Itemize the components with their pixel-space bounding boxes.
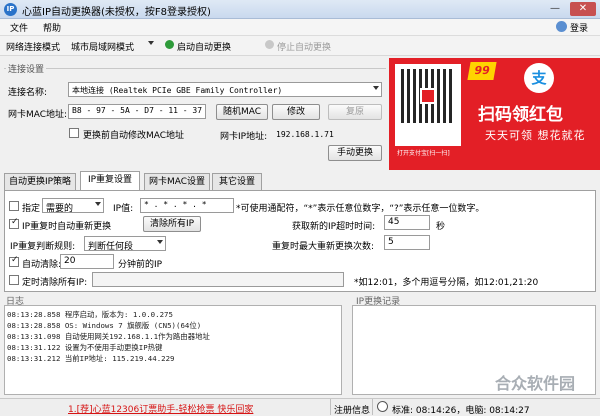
- window-title: 心蓝IP自动更换器(未授权，按F8登录授权): [22, 7, 211, 18]
- status-separator: [372, 399, 373, 415]
- chevron-down-icon: [148, 41, 154, 45]
- mac-address-field[interactable]: B8 - 97 - 5A - D7 - 11 - 37: [68, 104, 206, 119]
- auto-mac-label: 更换前自动修改MAC地址: [83, 131, 185, 141]
- timed-clear-field[interactable]: [92, 272, 344, 287]
- auto-clear-checkbox[interactable]: [9, 255, 19, 267]
- auto-mac-checkbox[interactable]: [69, 128, 79, 138]
- specify-select[interactable]: 需要的: [42, 198, 104, 214]
- play-icon: [165, 40, 174, 49]
- ip-value-label: IP值:: [113, 204, 134, 214]
- specify-select-value: 需要的: [46, 204, 74, 214]
- repeat-rule-label: IP重复判断规则:: [10, 242, 76, 252]
- nic-ip-label: 网卡IP地址:: [220, 132, 268, 142]
- log-line: 08:13:31.098 自动使用网关192.168.1.1作为路由器地址: [7, 332, 210, 341]
- repeat-rule-select[interactable]: 判断任何段: [84, 236, 166, 252]
- chevron-down-icon: [157, 240, 163, 244]
- auto-clear-minutes-field[interactable]: 20: [60, 254, 114, 269]
- connection-name-value: 本地连接 (Realtek PCIe GBE Family Controller…: [72, 86, 283, 95]
- repeat-rule-value: 判断任何段: [88, 242, 134, 252]
- log-line: 08:13:31.212 当前IP地址: 115.219.44.229: [7, 354, 175, 363]
- red-envelope-icon: [420, 88, 436, 104]
- connection-group-label: 连接设置: [6, 62, 47, 75]
- max-retry-label: 重复时最大重新更换次数:: [272, 242, 375, 252]
- menu-bar: [0, 19, 600, 36]
- app-icon: IP: [4, 3, 17, 16]
- timeout-label: 获取新的IP超时时间:: [292, 222, 376, 232]
- nic-ip-value: 192.168.1.71: [276, 130, 334, 139]
- stop-auto-change-button[interactable]: 停止自动更换: [277, 40, 331, 53]
- mode-select-value: 城市局域网模式: [71, 43, 135, 53]
- specify-checkbox[interactable]: [9, 201, 19, 211]
- timed-clear-checkbox[interactable]: [9, 275, 19, 285]
- log-line: 08:13:28.858 程序启动，版本为: 1.0.0.275: [7, 310, 173, 319]
- log-line: 08:13:31.122 设置为不使用手动更换IP热键: [7, 343, 163, 352]
- specify-label: 指定: [22, 204, 41, 214]
- start-auto-change-button[interactable]: 启动自动更换: [177, 40, 231, 53]
- group-divider: [4, 68, 386, 69]
- ad-title: 扫码领红包: [478, 105, 563, 125]
- timed-clear-hint: *如12:01，多个用逗号分隔，如12:01,21:20: [354, 278, 539, 288]
- timeout-unit: 秒: [436, 222, 446, 232]
- register-info-link[interactable]: 注册信息: [334, 403, 370, 416]
- time-status: 标准: 08:14:26，电脑: 08:14:27: [392, 406, 530, 416]
- mode-select[interactable]: 城市局域网模式: [68, 38, 156, 53]
- restore-mac-button[interactable]: 复原: [328, 104, 382, 120]
- auto-clear-unit: 分钟前的IP: [118, 260, 163, 270]
- wildcard-hint: *可使用通配符，“*”表示任意位数字，“?”表示任意一位数字。: [236, 204, 485, 214]
- badge-99: 99: [467, 62, 497, 80]
- connection-name-select[interactable]: 本地连接 (Realtek PCIe GBE Family Controller…: [68, 82, 382, 97]
- manual-change-button[interactable]: 手动更换: [328, 145, 382, 161]
- timeout-field[interactable]: 45: [384, 215, 430, 230]
- mode-label: 网络连接模式: [6, 43, 61, 53]
- close-button[interactable]: ✕: [570, 2, 596, 16]
- tab-mac-settings[interactable]: 网卡MAC设置: [144, 173, 210, 190]
- menu-file[interactable]: 文件: [10, 21, 28, 34]
- random-mac-button[interactable]: 随机MAC: [216, 104, 268, 120]
- tab-ip-repeat[interactable]: IP重复设置: [80, 171, 140, 190]
- menu-help[interactable]: 帮助: [43, 21, 61, 34]
- tab-other-settings[interactable]: 其它设置: [212, 173, 262, 190]
- modify-mac-button[interactable]: 修改: [272, 104, 320, 120]
- ip-pattern-field[interactable]: * . * . * . *: [140, 198, 234, 213]
- login-link[interactable]: 登录: [570, 21, 588, 34]
- tab-auto-strategy[interactable]: 自动更换IP策略: [4, 173, 76, 190]
- log-line: 08:13:28.858 OS: Windows 7 旗舰版 (CN5)(64位…: [7, 321, 202, 330]
- connection-name-label: 连接名称:: [8, 88, 48, 98]
- mac-label: 网卡MAC地址:: [8, 110, 68, 120]
- watermark: 合众软件园: [495, 374, 576, 393]
- promo-link[interactable]: 1.[荐]心蓝12306订票助手-轻松抢票 快乐回家: [68, 402, 253, 415]
- ad-subtitle: 天天可领 想花就花: [485, 129, 586, 142]
- clear-all-ip-button[interactable]: 清除所有IP: [143, 216, 201, 232]
- qr-caption: 打开支付宝[扫一扫]: [397, 150, 450, 157]
- auto-reconnect-label: IP重复时自动重新更换: [22, 222, 112, 232]
- auto-reconnect-checkbox[interactable]: [9, 217, 19, 229]
- chevron-down-icon: [373, 86, 379, 90]
- timed-clear-label: 定时清除所有IP:: [22, 278, 88, 288]
- max-retry-field[interactable]: 5: [384, 235, 430, 250]
- alipay-icon: 支: [524, 63, 554, 93]
- stop-icon: [265, 40, 274, 49]
- user-icon: [556, 21, 567, 32]
- auto-clear-label: 自动清除:: [22, 260, 62, 270]
- clock-icon: [377, 401, 388, 412]
- status-separator: [330, 399, 331, 415]
- minimize-button[interactable]: —: [544, 2, 566, 16]
- chevron-down-icon: [95, 202, 101, 206]
